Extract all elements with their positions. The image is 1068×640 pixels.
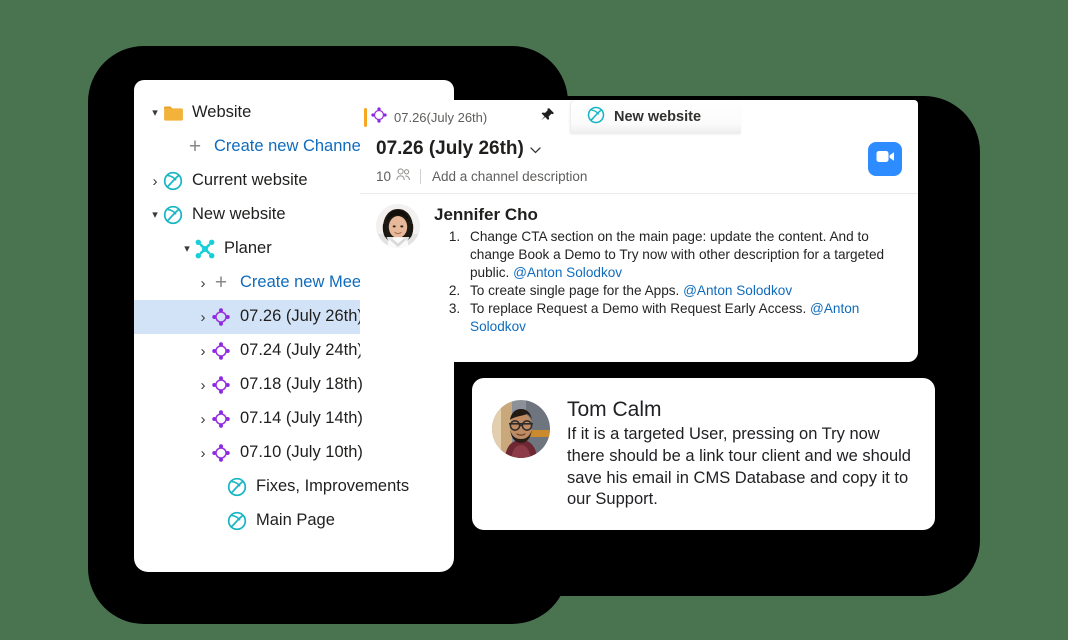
caret-right-icon[interactable]: [196, 446, 210, 461]
tom-calm-avatar: [492, 400, 550, 458]
message-body: Jennifer Cho Change CTA section on the m…: [434, 204, 902, 336]
tab-label: 07.26(July 26th): [394, 109, 488, 125]
sidebar-item-main-page[interactable]: Main Page: [134, 504, 454, 538]
tab-new-website[interactable]: New website: [571, 100, 742, 134]
meeting-icon: [371, 106, 387, 128]
caret-down-icon[interactable]: [148, 210, 162, 221]
meeting-icon: [210, 442, 232, 464]
sidebar-item-07-18-july-18th[interactable]: 07.18 (July 18th): [134, 368, 454, 402]
caret-right-icon[interactable]: [148, 174, 162, 189]
sidebar-item-label: 07.14 (July 14th): [240, 409, 363, 428]
task-text: To replace Request a Demo with Request E…: [470, 301, 811, 317]
channel-description-placeholder[interactable]: Add a channel description: [432, 169, 587, 184]
caret-right-icon[interactable]: [196, 310, 210, 325]
video-call-button[interactable]: [868, 142, 902, 176]
task-item: To replace Request a Demo with Request E…: [464, 300, 902, 336]
app-screenshot: Website + Create new Channel Current websit…: [0, 0, 1068, 640]
channel-subheader: 10 Add a channel description: [376, 168, 918, 184]
tab-meeting-0726[interactable]: 07.26(July 26th): [360, 100, 565, 134]
meeting-icon: [210, 306, 232, 328]
sidebar-item-label: 07.24 (July 24th): [240, 341, 363, 360]
sidebar-item-label: Website: [192, 103, 252, 122]
video-camera-icon: [876, 150, 895, 168]
mention-link[interactable]: @Anton Solodkov: [513, 265, 622, 280]
page-title: 07.26 (July 26th): [376, 138, 524, 159]
plus-icon: +: [214, 270, 228, 294]
sidebar-item-label: Fixes, Improvements: [256, 477, 410, 496]
chevron-down-icon[interactable]: [530, 142, 541, 157]
meeting-icon: [210, 374, 232, 396]
people-icon: [396, 168, 411, 184]
sidebar-item-label: 07.26 (July 26th): [240, 307, 363, 326]
sidebar-item-label: New website: [192, 205, 286, 224]
sidebar-item-07-14-july-14th[interactable]: 07.14 (July 14th): [134, 402, 454, 436]
sidebar-item-07-10-july-10th[interactable]: 07.10 (July 10th): [134, 436, 454, 470]
tab-label: New website: [614, 109, 702, 125]
comment-text: If it is a targeted User, pressing on Tr…: [567, 425, 911, 509]
sidebar-item-label: Main Page: [256, 511, 335, 530]
caret-down-icon[interactable]: [180, 244, 194, 255]
task-item: Change CTA section on the main page: upd…: [464, 228, 902, 282]
header-divider: [360, 193, 918, 194]
planer-icon: [194, 238, 216, 260]
plus-icon: +: [188, 134, 202, 158]
folder-icon: [162, 102, 184, 124]
caret-right-icon[interactable]: [196, 412, 210, 427]
meeting-icon: [210, 408, 232, 430]
sidebar-item-label: Create new Channel: [214, 137, 365, 156]
globe-icon: [226, 510, 248, 532]
globe-icon: [226, 476, 248, 498]
sidebar-item-fixes-improvements[interactable]: Fixes, Improvements: [134, 470, 454, 504]
comment-body: Tom Calm If it is a targeted User, press…: [567, 398, 915, 510]
globe-icon: [162, 204, 184, 226]
sidebar-item-label: 07.18 (July 18th): [240, 375, 363, 394]
task-item: To create single page for the Apps. @Ant…: [464, 282, 902, 300]
task-list: Change CTA section on the main page: upd…: [434, 228, 902, 336]
caret-right-icon[interactable]: [196, 344, 210, 359]
jennifer-cho-avatar: [376, 204, 420, 248]
caret-right-icon[interactable]: [196, 276, 210, 291]
member-count: 10: [376, 168, 392, 184]
meeting-icon: [210, 340, 232, 362]
globe-icon: [162, 170, 184, 192]
globe-icon: [587, 106, 605, 129]
mention-link[interactable]: @Anton Solodkov: [683, 283, 792, 298]
sidebar-item-label: 07.10 (July 10th): [240, 443, 363, 462]
comment-card: Tom Calm If it is a targeted User, press…: [472, 378, 935, 530]
message-sender: Jennifer Cho: [434, 205, 538, 224]
message-item: Jennifer Cho Change CTA section on the m…: [376, 204, 902, 336]
comment-author: Tom Calm: [567, 398, 662, 421]
divider: [420, 168, 422, 184]
chat-panel: 07.26 (July 26th) 10 Add a channel descr: [360, 100, 918, 362]
sidebar-item-label: Current website: [192, 171, 308, 190]
caret-right-icon[interactable]: [196, 378, 210, 393]
tab-strip: 07.26(July 26th) New website: [360, 100, 918, 134]
task-text: To create single page for the Apps.: [470, 283, 684, 299]
caret-down-icon[interactable]: [148, 108, 162, 119]
pin-icon[interactable]: [522, 107, 555, 127]
channel-title-row[interactable]: 07.26 (July 26th): [376, 138, 918, 160]
sidebar-item-label: Planer: [224, 239, 272, 258]
